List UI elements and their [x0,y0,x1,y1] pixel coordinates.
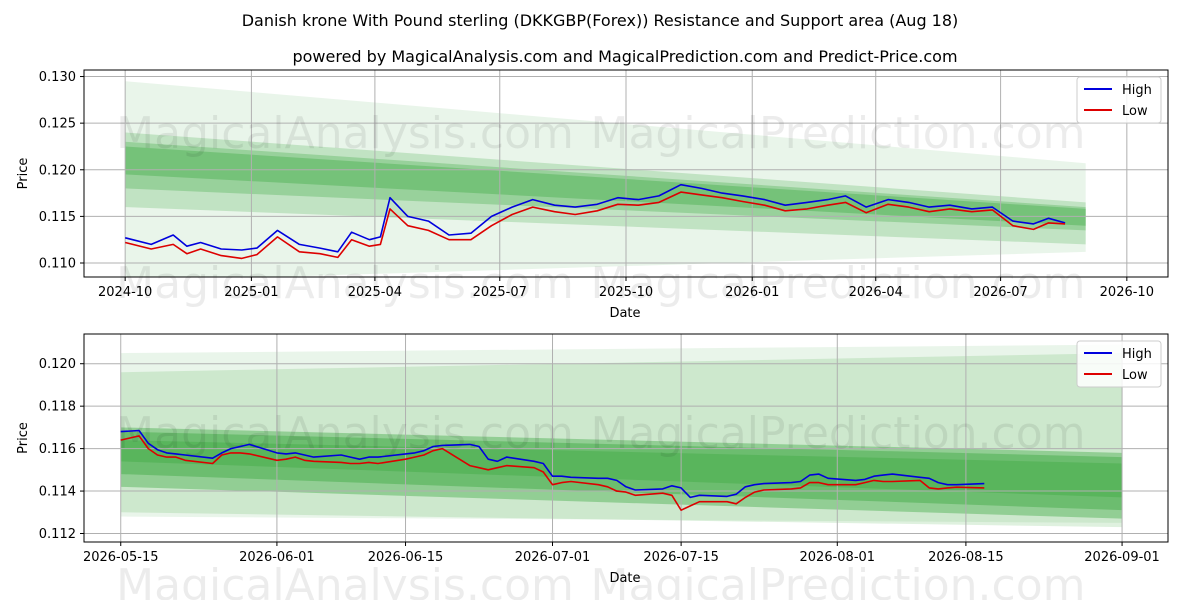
watermark-right: MagicalPrediction.com [591,108,1086,159]
y-tick-label-0: 0.112 [39,527,76,542]
chart-subtitle: powered by MagicalAnalysis.com and Magic… [292,47,957,66]
legend: High Low [1076,340,1162,388]
watermark-right: MagicalPrediction.com [591,408,1086,459]
y-tick-label-3: 0.118 [39,400,76,415]
legend-label-low: Low [1122,104,1148,119]
y-tick-label-3: 0.125 [39,117,76,132]
watermark-right-lower: MagicalPrediction.com [591,560,1086,600]
y-tick-label-0: 0.110 [39,257,76,272]
subplot-2: MagicalAnalysis.com MagicalPrediction.com… [16,333,1169,586]
plot-area: MagicalAnalysis.com MagicalPrediction.com [84,70,1168,277]
y-tick-label-2: 0.116 [39,442,76,457]
y-tick-label-2: 0.120 [39,163,76,178]
plot-area: MagicalAnalysis.com MagicalPrediction.com [84,334,1168,542]
chart-title: Danish krone With Pound sterling (DKKGBP… [242,11,959,30]
watermark-left: MagicalAnalysis.com [116,108,574,159]
watermark-right-lower: MagicalPrediction.com [591,258,1086,309]
y-axis-label: Price [16,158,31,190]
legend-label-high: High [1122,83,1152,98]
watermark-left: MagicalAnalysis.com [116,408,574,459]
legend: High Low [1076,76,1162,124]
y-tick-label-1: 0.115 [39,210,76,225]
x-tick-label-8: 2026-10 [1100,285,1154,300]
legend-label-low: Low [1122,368,1148,383]
y-axis-label: Price [16,422,31,454]
y-tick-label-4: 0.120 [39,357,76,372]
watermark-left-lower: MagicalAnalysis.com [116,258,574,309]
chart-figure: Danish krone With Pound sterling (DKKGBP… [16,11,1169,600]
y-tick-label-1: 0.114 [39,485,76,500]
legend-label-high: High [1122,347,1152,362]
x-tick-label-7: 2026-09-01 [1084,550,1160,565]
y-tick-label-4: 0.130 [39,70,76,85]
watermark-left-lower: MagicalAnalysis.com [116,560,574,600]
